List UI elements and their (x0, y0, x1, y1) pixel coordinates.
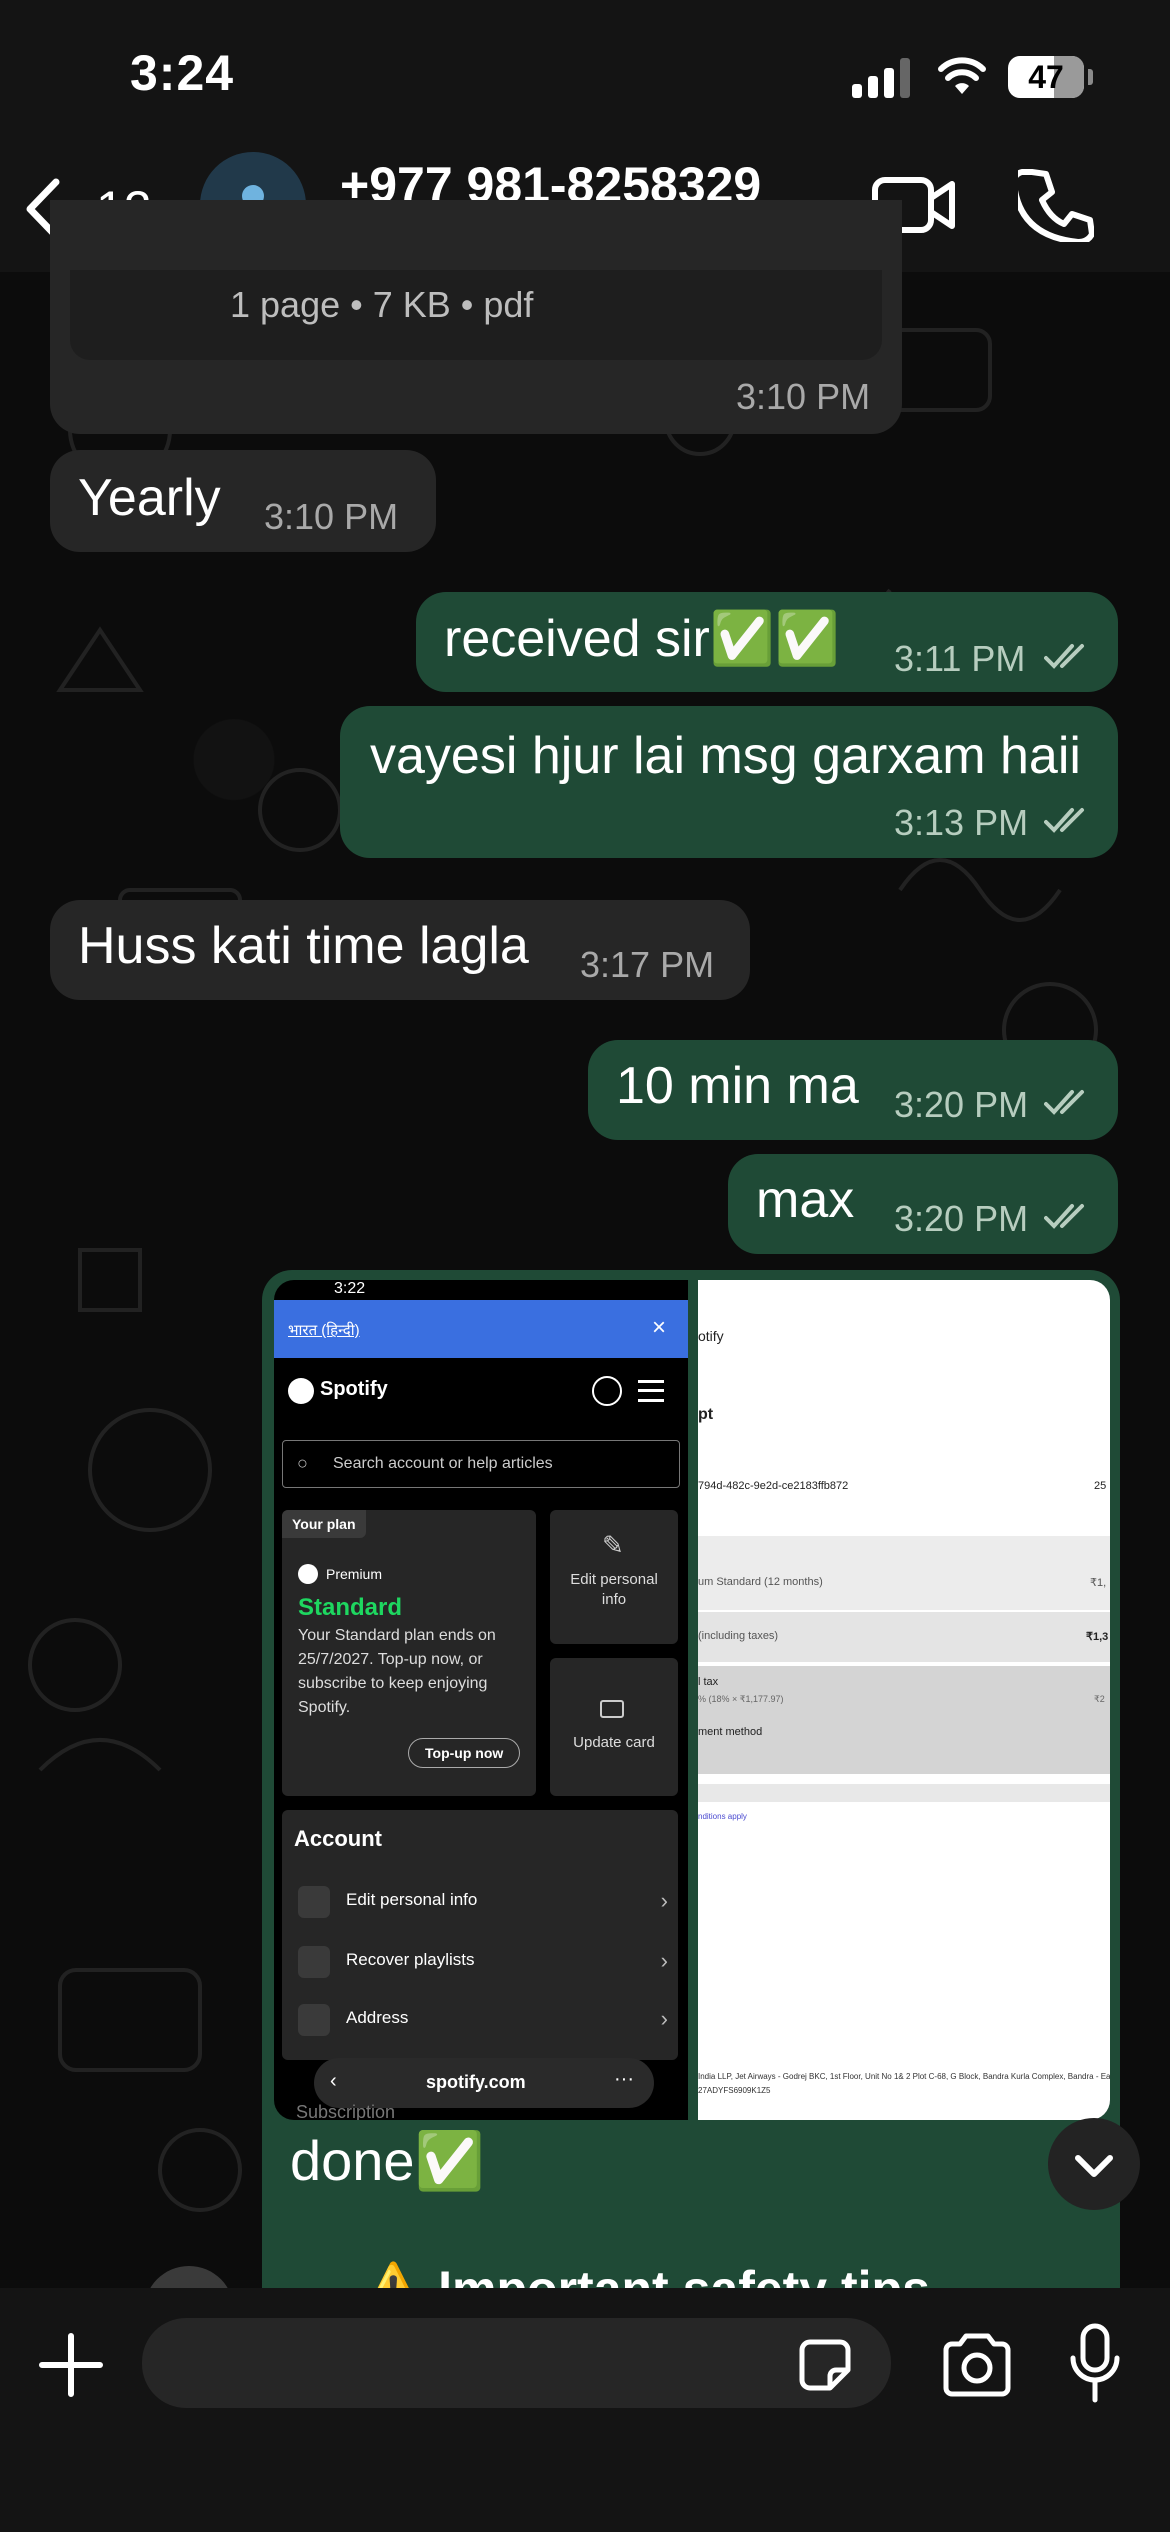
image-message-bubble[interactable]: 3:22 भारत (हिन्दी) × Spotify ○ Search ac… (262, 1270, 1120, 2317)
status-time: 3:24 (130, 45, 235, 101)
edit-info-card: ✎ Edit personal info (550, 1510, 678, 1644)
plan-description: Your Standard plan ends on 25/7/2027. To… (298, 1627, 496, 1716)
pdf-message-bubble[interactable]: 1 page • 7 KB • pdf 3:10 PM (50, 200, 902, 434)
microphone-icon[interactable] (1068, 2322, 1122, 2406)
spotify-logo-icon (288, 1378, 314, 1404)
chevron-left-icon: ‹ (330, 2070, 337, 2092)
receipt-screenshot-image[interactable]: otify pt 794d-482c-9e2d-ce2183ffb872 25 … (698, 1280, 1110, 2120)
message-time: 3:20 PM (894, 1084, 1029, 1125)
browser-url-bar: ‹ spotify.com ··· (314, 2058, 654, 2108)
spotify-brand: Spotify (320, 1378, 388, 1400)
message-time: 3:13 PM (894, 802, 1029, 843)
image-caption: done✅ (290, 2129, 485, 2192)
battery-level: 47 (1028, 59, 1064, 95)
message-time: 3:11 PM (894, 638, 1026, 679)
message-time: 3:10 PM (736, 376, 871, 417)
scroll-to-bottom-button[interactable] (1048, 2118, 1140, 2210)
topup-button: Top-up now (408, 1738, 521, 1768)
refresh-icon (298, 1946, 330, 1978)
more-icon: ··· (614, 2068, 634, 2090)
camera-icon[interactable] (940, 2332, 1014, 2398)
plan-card: Your plan Premium Standard Your Standard… (282, 1510, 536, 1796)
incoming-message[interactable]: Huss kati time lagla 3:17 PM (50, 900, 750, 1000)
spotify-screenshot-image[interactable]: 3:22 भारत (हिन्दी) × Spotify ○ Search ac… (274, 1280, 688, 2120)
pencil-icon (298, 1886, 330, 1918)
help-search-field: ○ Search account or help articles (282, 1440, 680, 1488)
pdf-meta: 1 page • 7 KB • pdf (230, 284, 534, 325)
home-icon (298, 2004, 330, 2036)
battery-icon: 47 (1008, 56, 1084, 98)
outgoing-message[interactable]: max 3:20 PM (728, 1154, 1118, 1254)
read-receipt-icon (1044, 1204, 1084, 1229)
message-text: Huss kati time lagla (78, 917, 529, 975)
message-text: vayesi hjur lai msg garxam haii (370, 727, 1081, 785)
plus-icon[interactable] (38, 2332, 104, 2398)
message-time: 3:17 PM (580, 944, 715, 985)
read-receipt-icon (1044, 808, 1084, 833)
phone-icon[interactable] (1018, 166, 1094, 242)
read-receipt-icon (1044, 644, 1084, 669)
chevron-down-icon (1075, 2155, 1113, 2177)
message-time: 3:10 PM (264, 496, 399, 537)
status-bar: 3:24 47 (0, 0, 1170, 150)
pdf-attachment[interactable]: 1 page • 7 KB • pdf (70, 270, 882, 360)
chevron-right-icon: › (660, 1888, 668, 1913)
menu-icon (638, 1380, 664, 1402)
message-text: max (756, 1171, 855, 1229)
close-icon: × (652, 1314, 667, 1341)
search-icon: ○ (297, 1453, 308, 1473)
pencil-icon: ✎ (602, 1530, 624, 1560)
update-card-card: Update card (550, 1658, 678, 1796)
read-receipt-icon (1044, 1090, 1084, 1115)
message-composer (0, 2288, 1170, 2532)
message-input[interactable] (142, 2318, 891, 2408)
outgoing-message[interactable]: received sir✅✅ 3:11 PM (416, 592, 1118, 692)
message-time: 3:20 PM (894, 1198, 1029, 1239)
sticker-icon[interactable] (796, 2336, 854, 2394)
spotify-logo-icon (298, 1564, 318, 1584)
message-text: received sir✅✅ (444, 610, 840, 668)
screenshot-time: 3:22 (334, 1280, 366, 1297)
language-banner: भारत (हिन्दी) × (274, 1300, 688, 1358)
incoming-message[interactable]: Yearly 3:10 PM (50, 450, 436, 552)
wifi-icon (938, 57, 986, 94)
message-text: Yearly (78, 469, 221, 527)
outgoing-message[interactable]: 10 min ma 3:20 PM (588, 1040, 1118, 1140)
card-icon (600, 1700, 624, 1718)
account-row: Address › (298, 1998, 678, 2042)
account-row: Recover playlists › (298, 1940, 678, 1984)
chevron-right-icon: › (660, 1948, 668, 1973)
cellular-signal-icon (852, 58, 910, 98)
message-text: 10 min ma (616, 1057, 859, 1115)
outgoing-message[interactable]: vayesi hjur lai msg garxam haii 3:13 PM (340, 706, 1118, 858)
profile-icon (592, 1376, 622, 1406)
account-row: Edit personal info › (298, 1880, 678, 1924)
chevron-right-icon: › (660, 2006, 668, 2031)
